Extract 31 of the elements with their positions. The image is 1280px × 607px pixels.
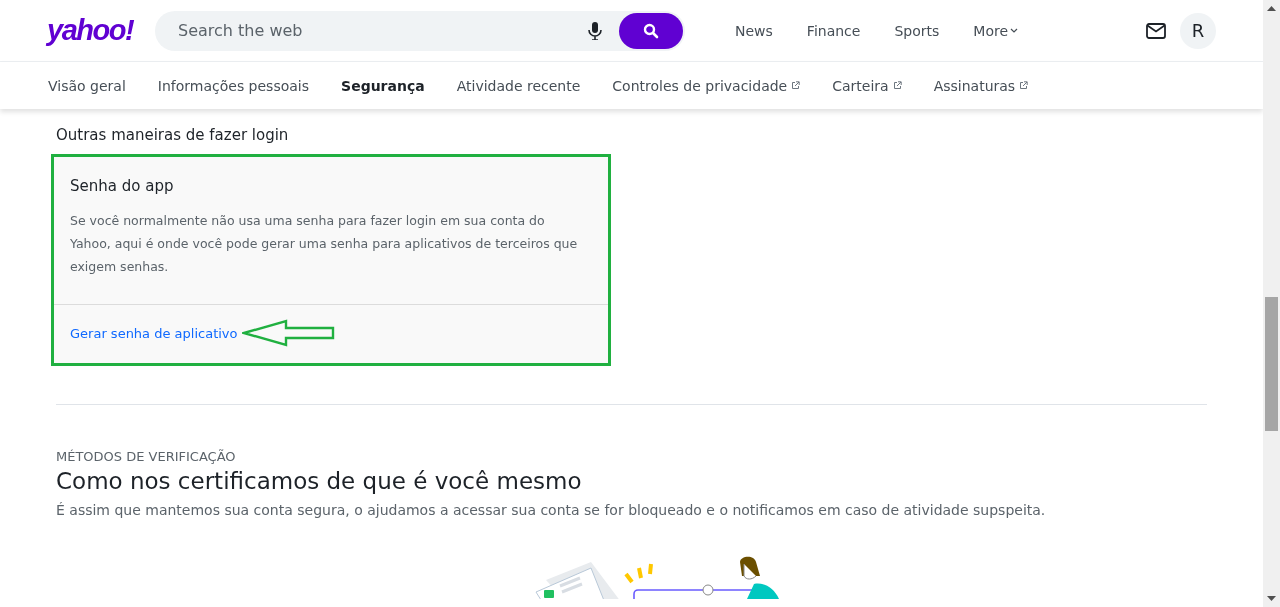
tab[interactable]: Atividade recente xyxy=(456,77,581,94)
yahoo-logo[interactable]: yahoo! xyxy=(47,14,155,47)
section-label: MÉTODOS DE VERIFICAÇÃO xyxy=(56,449,237,464)
scroll-down-arrow-icon[interactable] xyxy=(1267,596,1276,601)
tab[interactable]: Informações pessoais xyxy=(157,77,310,94)
tab[interactable]: Assinaturas xyxy=(933,77,1029,94)
section-heading: Como nos certificamos de que é você mesmo xyxy=(56,468,583,494)
nav-link[interactable]: News xyxy=(735,22,773,39)
search-field[interactable]: Search the web xyxy=(155,9,588,52)
nav-link[interactable]: More xyxy=(973,22,1018,39)
section-description: É assim que mantemos sua conta segura, o ajudamos a acessar sua conta se for bloqueado e o notificamos em caso de atividade supspeita. xyxy=(56,502,1047,518)
scrollbar-thumb[interactable] xyxy=(1265,297,1278,431)
user-avatar[interactable]: R xyxy=(1180,12,1216,49)
section-title: Outras maneiras de fazer login xyxy=(56,126,290,144)
scrollbar[interactable] xyxy=(1263,0,1280,607)
tab[interactable]: Controles de privacidade xyxy=(612,77,801,94)
card-title: Senha do app xyxy=(69,176,175,195)
search-bar[interactable]: Search the web xyxy=(155,10,685,51)
scroll-up-arrow-icon[interactable] xyxy=(1267,6,1276,11)
nav-link[interactable]: Finance xyxy=(806,22,861,39)
nav-link[interactable]: Sports xyxy=(894,22,940,39)
tab[interactable]: Carteira xyxy=(832,77,902,94)
generate-password-link[interactable]: Gerar senha de aplicativo xyxy=(70,325,238,341)
tab[interactable]: Segurança xyxy=(341,77,425,94)
mail-icon[interactable] xyxy=(1146,22,1166,39)
microphone-icon[interactable] xyxy=(588,21,602,40)
search-button[interactable] xyxy=(619,12,683,49)
arrow-icon xyxy=(241,319,336,347)
card-description: Se você normalmente não usa uma senha para fazer login em sua conta do Yahoo, aqui é onde você pode gerar uma senha para aplicativos de terceiros que exigem senhas. xyxy=(69,212,579,276)
tab[interactable]: Visão geral xyxy=(48,77,126,94)
search-icon xyxy=(643,22,659,39)
